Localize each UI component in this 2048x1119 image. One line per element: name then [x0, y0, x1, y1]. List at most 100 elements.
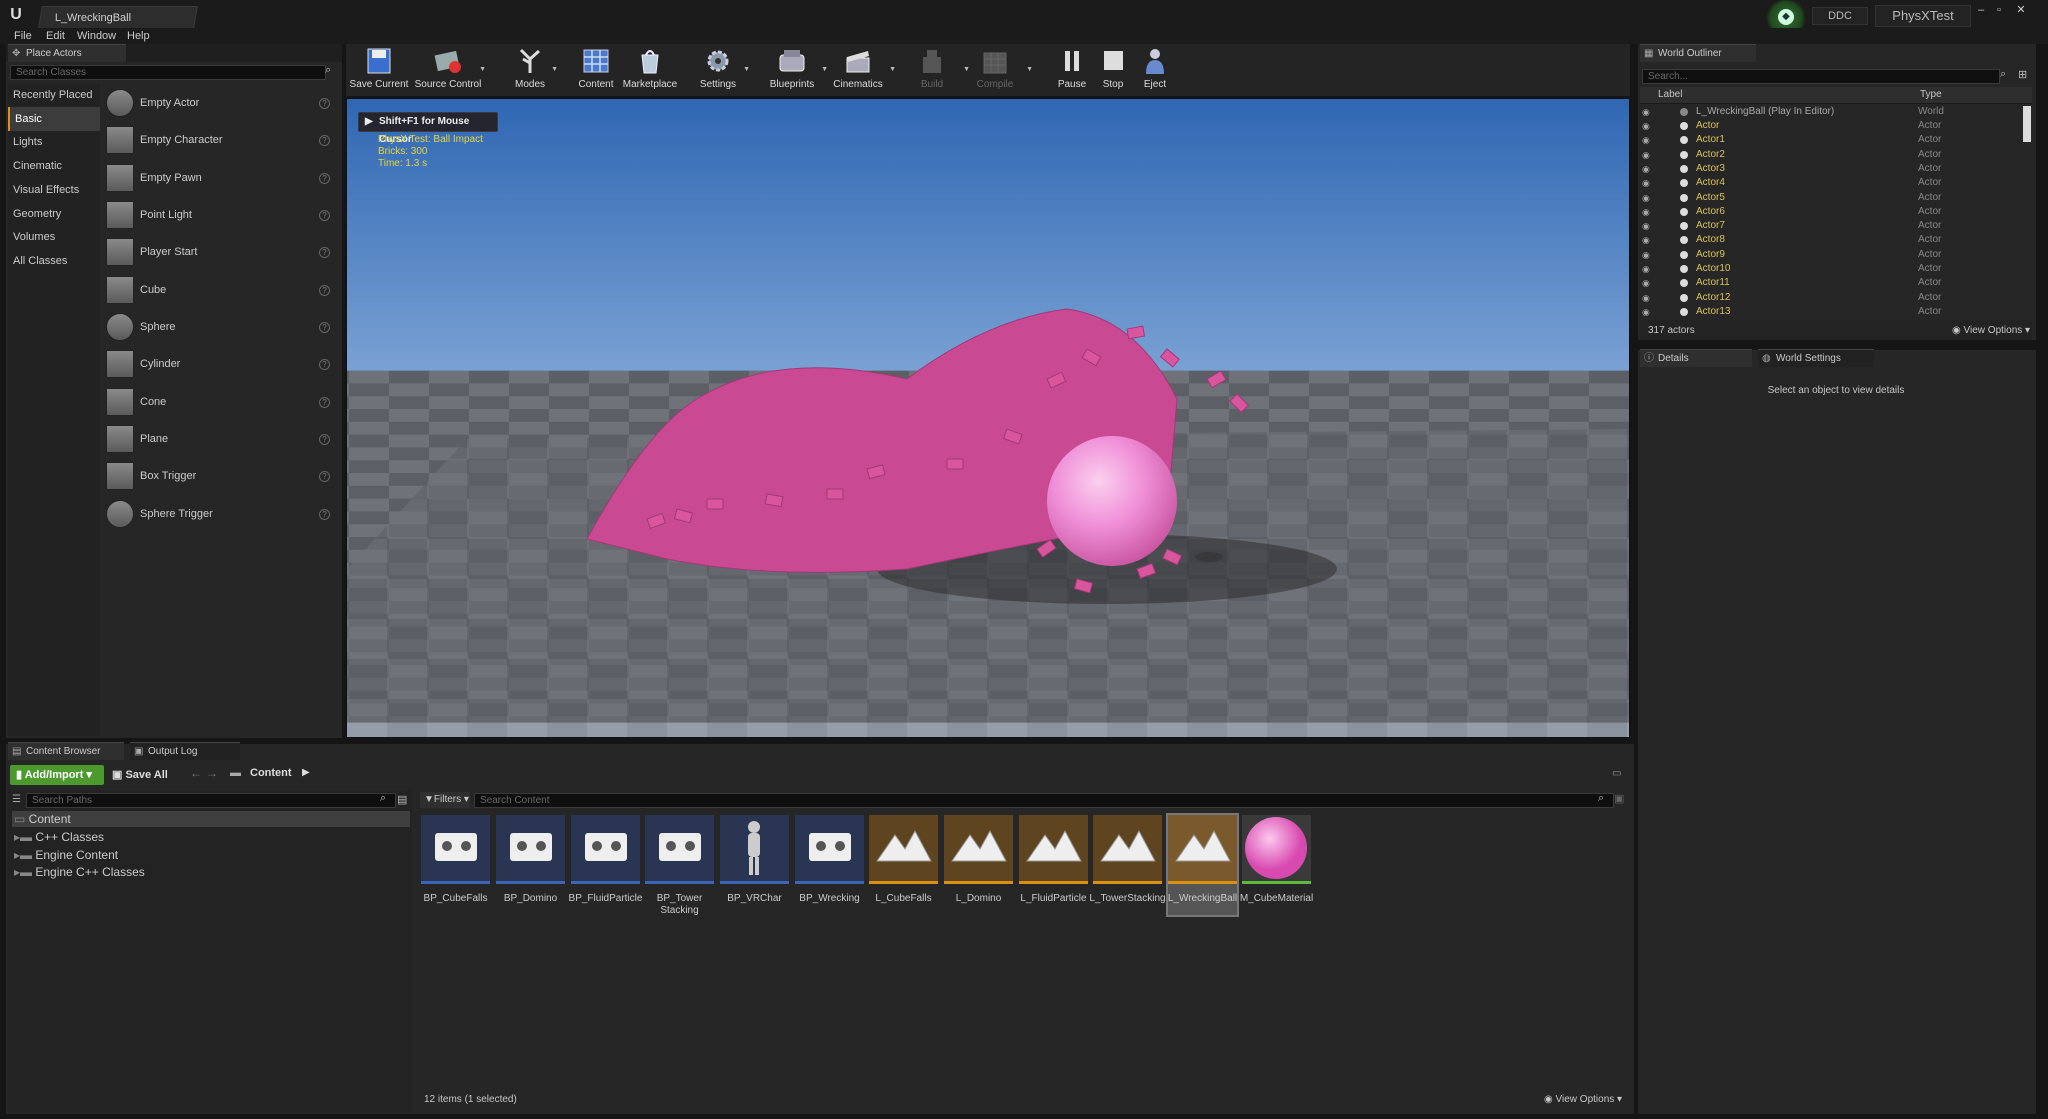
marketplace-button[interactable]: Marketplace — [616, 44, 684, 94]
sources-toggle-icon[interactable]: ☰ — [12, 794, 21, 805]
help-icon[interactable]: ? — [319, 509, 330, 520]
cinematics-button[interactable]: Cinematics ▼ — [824, 44, 896, 94]
asset-tile[interactable]: BP_VRChar — [720, 815, 789, 915]
menu-window[interactable]: Window — [77, 28, 116, 44]
eye-icon[interactable]: ◉ — [1642, 162, 1650, 176]
modes-button[interactable]: Modes ▼ — [496, 44, 564, 94]
chevron-down-icon[interactable]: ▼ — [479, 66, 486, 73]
outliner-row[interactable]: ◉ Actor5 Actor — [1640, 191, 2030, 205]
chevron-down-icon[interactable]: ▼ — [743, 66, 750, 73]
compile-button[interactable]: Compile ▼ — [961, 44, 1033, 94]
help-icon[interactable]: ? — [319, 359, 330, 370]
asset-tile[interactable]: L_CubeFalls — [869, 815, 938, 915]
outliner-row[interactable]: ◉ Actor Actor — [1640, 119, 2030, 133]
tab-place-actors[interactable]: ✥ Place Actors — [8, 44, 126, 62]
eye-icon[interactable]: ◉ — [1642, 262, 1650, 276]
eye-icon[interactable]: ◉ — [1642, 276, 1650, 290]
forward-arrow-icon[interactable]: → — [206, 766, 218, 780]
eye-icon[interactable]: ◉ — [1642, 119, 1650, 133]
outliner-row[interactable]: ◉ Actor10 Actor — [1640, 262, 2030, 276]
help-icon[interactable]: ? — [319, 210, 330, 221]
category-geometry[interactable]: Geometry — [8, 202, 100, 226]
asset-tile[interactable]: BP_FluidParticle — [569, 815, 642, 915]
help-icon[interactable]: ? — [319, 471, 330, 482]
breadcrumb-content[interactable]: Content — [250, 767, 292, 779]
help-icon[interactable]: ? — [319, 247, 330, 258]
asset-tile[interactable]: L_FluidParticle — [1019, 815, 1088, 915]
chevron-down-icon[interactable]: ▼ — [889, 66, 896, 73]
add-import-button[interactable]: ▮ Add/Import ▾ — [10, 765, 104, 785]
actor-item-point-light[interactable]: Point Light? — [102, 197, 338, 234]
category-all-classes[interactable]: All Classes — [8, 249, 100, 273]
chevron-down-icon[interactable]: ▼ — [551, 66, 558, 73]
tree-item-engine-content[interactable]: ▸▬ Engine Content — [14, 846, 118, 864]
tab-world-settings[interactable]: ◍ World Settings — [1758, 349, 1874, 367]
help-icon[interactable]: ? — [319, 322, 330, 333]
back-arrow-icon[interactable]: ← — [190, 766, 202, 780]
maximize-icon[interactable]: ▫ — [1990, 3, 2008, 17]
blueprints-button[interactable]: Blueprints ▼ — [758, 44, 828, 94]
outliner-row[interactable]: ◉ Actor4 Actor — [1640, 176, 2030, 190]
asset-tile[interactable]: BP_CubeFalls — [421, 815, 490, 915]
eye-icon[interactable]: ◉ — [1642, 148, 1650, 162]
level-viewport[interactable] — [346, 98, 1630, 738]
outliner-row[interactable]: ◉ Actor11 Actor — [1640, 276, 2030, 290]
outliner-search-input[interactable]: Search... — [1642, 69, 2000, 84]
category-basic[interactable]: Basic — [8, 107, 100, 131]
tab-output-log[interactable]: ▣ Output Log — [130, 742, 240, 760]
asset-tile[interactable]: L_TowerStacking — [1089, 815, 1166, 915]
actor-item-empty-pawn[interactable]: Empty Pawn? — [102, 160, 338, 197]
eye-icon[interactable]: ◉ — [1642, 205, 1650, 219]
outliner-scrollbar[interactable] — [2023, 106, 2031, 142]
eye-icon[interactable]: ◉ — [1642, 133, 1650, 147]
menu-edit[interactable]: Edit — [46, 28, 65, 44]
category-recently-placed[interactable]: Recently Placed — [8, 83, 100, 107]
help-icon[interactable]: ? — [319, 135, 330, 146]
category-cinematic[interactable]: Cinematic — [8, 154, 100, 178]
level-tab[interactable]: L_WreckingBall — [38, 6, 198, 28]
chevron-right-icon[interactable]: ▶ — [302, 767, 310, 778]
help-icon[interactable]: ? — [319, 434, 330, 445]
eye-icon[interactable]: ◉ — [1642, 305, 1650, 319]
help-icon[interactable]: ? — [319, 285, 330, 296]
outliner-row[interactable]: ◉ Actor12 Actor — [1640, 291, 2030, 305]
help-icon[interactable]: ? — [319, 98, 330, 109]
actor-item-plane[interactable]: Plane? — [102, 421, 338, 458]
help-icon[interactable]: ? — [319, 397, 330, 408]
add-filter-icon[interactable]: ⊞ — [2018, 68, 2027, 81]
outliner-row[interactable]: ◉ Actor9 Actor — [1640, 248, 2030, 262]
filters-button[interactable]: ▼Filters ▾ — [420, 792, 470, 808]
outliner-row[interactable]: ◉ Actor6 Actor — [1640, 205, 2030, 219]
build-button[interactable]: Build ▼ — [898, 44, 970, 94]
outliner-row[interactable]: ◉ Actor7 Actor — [1640, 219, 2030, 233]
view-options-icon[interactable]: ▤ — [397, 793, 407, 806]
tree-item-engine-cpp-classes[interactable]: ▸▬ Engine C++ Classes — [14, 863, 145, 881]
chevron-down-icon[interactable]: ▼ — [1026, 66, 1033, 73]
tab-details[interactable]: ⓘ Details — [1640, 349, 1752, 367]
tree-item-cpp-classes[interactable]: ▸▬ C++ Classes — [14, 828, 104, 846]
category-volumes[interactable]: Volumes — [8, 225, 100, 249]
category-lights[interactable]: Lights — [8, 130, 100, 154]
actor-item-cone[interactable]: Cone? — [102, 384, 338, 421]
save-all-button[interactable]: ▣ Save All — [112, 765, 168, 785]
eye-icon[interactable]: ◉ — [1642, 248, 1650, 262]
column-type[interactable]: Type — [1920, 89, 1942, 100]
help-icon[interactable]: ? — [319, 173, 330, 184]
actor-item-sphere[interactable]: Sphere? — [102, 309, 338, 346]
actor-item-sphere-trigger[interactable]: Sphere Trigger? — [102, 496, 338, 533]
column-label[interactable]: Label — [1658, 89, 1682, 100]
actor-item-cube[interactable]: Cube? — [102, 272, 338, 309]
search-icon[interactable]: ⌕ — [2000, 68, 2006, 81]
eye-icon[interactable]: ◉ — [1642, 191, 1650, 205]
outliner-row[interactable]: ◉ Actor1 Actor — [1640, 133, 2030, 147]
search-content-input[interactable]: Search Content — [474, 793, 1614, 808]
tab-content-browser[interactable]: ▤ Content Browser — [8, 742, 124, 760]
eye-icon[interactable]: ◉ — [1642, 233, 1650, 247]
actor-item-empty-actor[interactable]: Empty Actor? — [102, 85, 338, 122]
actor-item-box-trigger[interactable]: Box Trigger? — [102, 458, 338, 495]
actor-item-player-start[interactable]: Player Start? — [102, 234, 338, 271]
asset-tile[interactable]: L_WreckingBall — [1166, 813, 1239, 917]
search-icon[interactable]: ⌕ — [1598, 792, 1604, 805]
search-icon[interactable]: ⌕ — [325, 64, 331, 77]
close-icon[interactable]: ✕ — [2012, 3, 2030, 17]
